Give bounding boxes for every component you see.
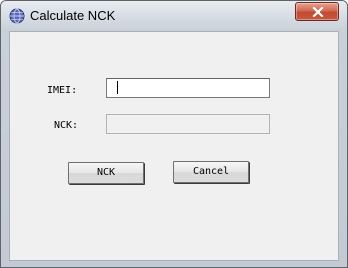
title-bar[interactable]: Calculate NCK: [1, 1, 347, 31]
nck-output-field: [106, 114, 270, 134]
imei-label: IMEI:: [47, 85, 78, 96]
imei-input[interactable]: [106, 78, 270, 98]
text-caret: [117, 81, 118, 94]
nck-label: NCK:: [54, 120, 79, 131]
dialog-window: Calculate NCK IMEI: NCK: NCK Cancel: [0, 0, 348, 268]
cancel-button[interactable]: Cancel: [173, 161, 249, 183]
close-icon: [312, 7, 324, 17]
globe-app-icon: [9, 8, 25, 24]
close-button[interactable]: [295, 2, 339, 21]
nck-button[interactable]: NCK: [68, 162, 144, 184]
window-title: Calculate NCK: [30, 8, 116, 23]
dialog-client-area: IMEI: NCK: NCK Cancel: [9, 31, 339, 261]
